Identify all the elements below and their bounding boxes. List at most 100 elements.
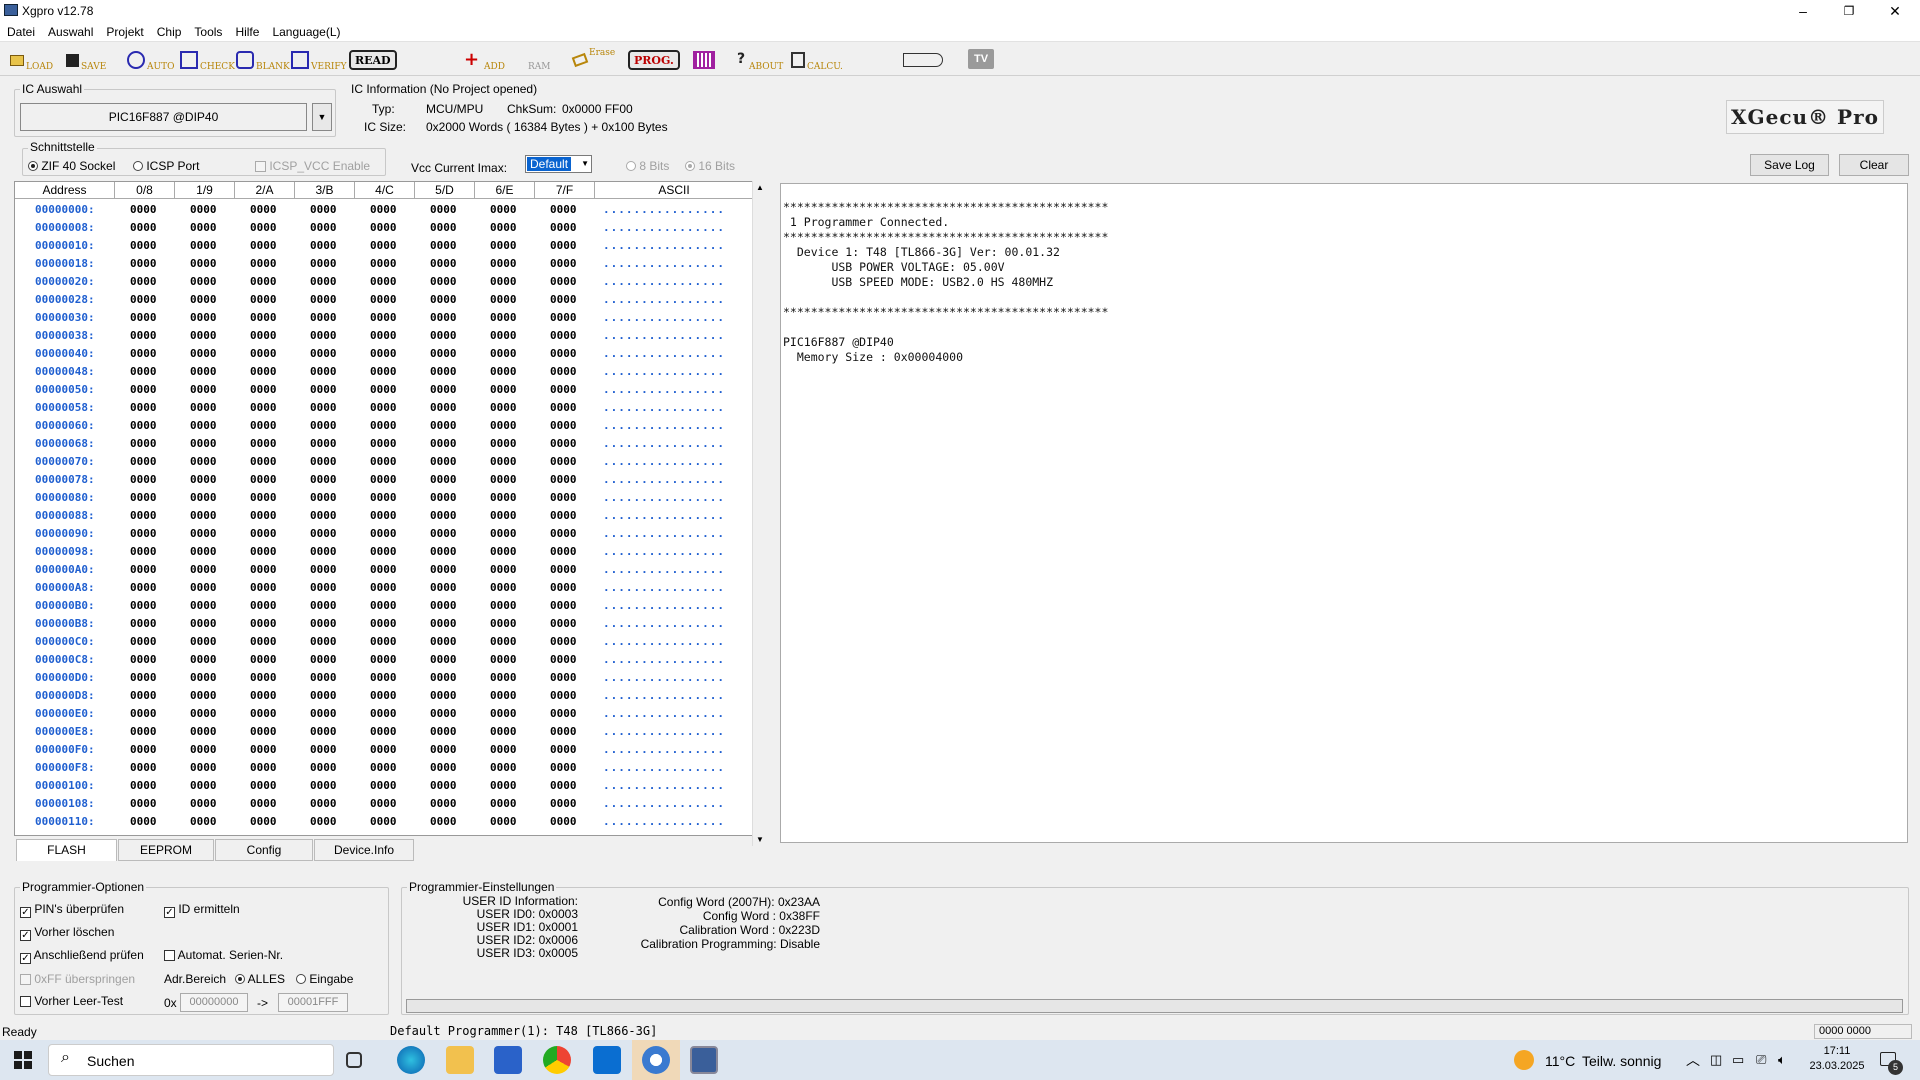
hex-cell[interactable]: 0000 (370, 797, 397, 810)
hex-cell[interactable]: 0000 (370, 455, 397, 468)
blank-test-checkbox[interactable]: Vorher Leer-Test (20, 994, 123, 1008)
hex-cell[interactable]: 0000 (250, 653, 277, 666)
hex-cell[interactable]: 0000 (550, 797, 577, 810)
table-row[interactable]: 00000010: 0000 0000 0000 0000 0000 0000 0000 000… (15, 237, 754, 255)
table-row[interactable]: 00000070: 0000 0000 0000 0000 0000 0000 0000 000… (15, 453, 754, 471)
hex-cell[interactable]: 0000 (250, 491, 277, 504)
table-row[interactable]: 000000F0: 0000 0000 0000 0000 0000 0000 0000 000… (15, 741, 754, 759)
menu-tools[interactable]: Tools (187, 22, 228, 39)
table-row[interactable]: 00000018: 0000 0000 0000 0000 0000 0000 0000 000… (15, 255, 754, 273)
8bits-radio[interactable]: 8 Bits (626, 159, 669, 173)
menu-auswahl[interactable]: Auswahl (41, 22, 99, 39)
serial-checkbox[interactable]: Automat. Serien-Nr. (164, 948, 283, 962)
hex-cell[interactable]: 0000 (550, 779, 577, 792)
hex-cell[interactable]: 0000 (250, 347, 277, 360)
hex-cell[interactable]: 0000 (490, 257, 517, 270)
hex-cell[interactable]: 0000 (130, 203, 157, 216)
hex-cell[interactable]: 0000 (130, 599, 157, 612)
windows-start-icon[interactable] (14, 1051, 32, 1069)
hex-cell[interactable]: 0000 (370, 419, 397, 432)
hex-cell[interactable]: 0000 (370, 437, 397, 450)
chip-button[interactable] (693, 48, 717, 72)
hex-cell[interactable]: 0000 (190, 329, 217, 342)
hex-cell[interactable]: 0000 (550, 599, 577, 612)
hex-cell[interactable]: 0000 (190, 221, 217, 234)
hex-cell[interactable]: 0000 (370, 761, 397, 774)
hex-cell[interactable]: 0000 (550, 473, 577, 486)
hex-cell[interactable]: 0000 (130, 653, 157, 666)
hex-cell[interactable]: 0000 (490, 311, 517, 324)
hex-cell[interactable]: 0000 (550, 653, 577, 666)
hex-cell[interactable]: 0000 (130, 509, 157, 522)
hex-cell[interactable]: 0000 (130, 311, 157, 324)
hex-cell[interactable]: 0000 (310, 293, 337, 306)
erase-button[interactable]: Erase (571, 48, 615, 72)
hex-cell[interactable]: 0000 (490, 725, 517, 738)
hex-cell[interactable]: 0000 (370, 671, 397, 684)
hex-cell[interactable]: 0000 (490, 239, 517, 252)
hex-cell[interactable]: 0000 (490, 329, 517, 342)
hex-cell[interactable]: 0000 (430, 815, 457, 828)
table-row[interactable]: 00000020: 0000 0000 0000 0000 0000 0000 0000 000… (15, 273, 754, 291)
hex-cell[interactable]: 0000 (130, 527, 157, 540)
hex-cell[interactable]: 0000 (430, 203, 457, 216)
hex-cell[interactable]: 0000 (370, 599, 397, 612)
close-button[interactable]: ✕ (1872, 0, 1918, 22)
menu-chip[interactable]: Chip (150, 22, 188, 39)
about-button[interactable]: ? ABOUT (737, 48, 783, 72)
hex-cell[interactable]: 0000 (130, 743, 157, 756)
calcu-button[interactable]: CALCU. (791, 48, 843, 72)
outlook-icon[interactable] (593, 1046, 621, 1074)
hex-cell[interactable]: 0000 (550, 293, 577, 306)
hex-cell[interactable]: 0000 (490, 203, 517, 216)
hex-cell[interactable]: 0000 (190, 599, 217, 612)
hex-cell[interactable]: 0000 (490, 563, 517, 576)
hex-cell[interactable]: 0000 (430, 689, 457, 702)
hex-cell[interactable]: 0000 (430, 761, 457, 774)
hex-cell[interactable]: 0000 (130, 455, 157, 468)
hex-cell[interactable]: 0000 (370, 275, 397, 288)
hex-cell[interactable]: 0000 (430, 455, 457, 468)
hex-cell[interactable]: 0000 (490, 743, 517, 756)
hex-cell[interactable]: 0000 (310, 617, 337, 630)
hex-cell[interactable]: 0000 (430, 545, 457, 558)
hex-cell[interactable]: 0000 (130, 635, 157, 648)
table-row[interactable]: 00000078: 0000 0000 0000 0000 0000 0000 0000 000… (15, 471, 754, 489)
hex-cell[interactable]: 0000 (130, 581, 157, 594)
hex-cell[interactable]: 0000 (490, 761, 517, 774)
tab-eeprom[interactable]: EEPROM (118, 839, 214, 861)
table-row[interactable]: 00000080: 0000 0000 0000 0000 0000 0000 0000 000… (15, 489, 754, 507)
hex-cell[interactable]: 0000 (370, 725, 397, 738)
hex-cell[interactable]: 0000 (130, 617, 157, 630)
hex-cell[interactable]: 0000 (430, 635, 457, 648)
hex-cell[interactable]: 0000 (190, 311, 217, 324)
hex-cell[interactable]: 0000 (130, 725, 157, 738)
weather-temp[interactable]: 11°C (1545, 1053, 1575, 1069)
16bits-radio[interactable]: 16 Bits (685, 159, 735, 173)
hex-cell[interactable]: 0000 (190, 347, 217, 360)
scroll-down-icon[interactable]: ▼ (753, 833, 767, 846)
hex-cell[interactable]: 0000 (430, 257, 457, 270)
hex-cell[interactable]: 0000 (250, 203, 277, 216)
hex-cell[interactable]: 0000 (490, 221, 517, 234)
hex-cell[interactable]: 0000 (190, 563, 217, 576)
prog-button[interactable]: PROG. (628, 50, 680, 70)
hex-cell[interactable]: 0000 (190, 779, 217, 792)
menu-language[interactable]: Language(L) (265, 22, 346, 39)
table-row[interactable]: 00000090: 0000 0000 0000 0000 0000 0000 0000 000… (15, 525, 754, 543)
hex-cell[interactable]: 0000 (130, 707, 157, 720)
grid-scrollbar[interactable]: ▲ ▼ (752, 181, 767, 846)
hex-cell[interactable]: 0000 (190, 491, 217, 504)
hex-cell[interactable]: 0000 (190, 437, 217, 450)
hex-cell[interactable]: 0000 (550, 581, 577, 594)
save-log-button[interactable]: Save Log (1750, 154, 1829, 176)
hex-cell[interactable]: 0000 (490, 473, 517, 486)
hex-cell[interactable]: 0000 (370, 347, 397, 360)
add-button[interactable]: + ADD (464, 48, 505, 73)
hex-cell[interactable]: 0000 (310, 815, 337, 828)
address-to-input[interactable]: 00001FFF (278, 993, 348, 1012)
hex-cell[interactable]: 0000 (370, 293, 397, 306)
hex-cell[interactable]: 0000 (130, 293, 157, 306)
hex-cell[interactable]: 0000 (370, 221, 397, 234)
chevron-up-icon[interactable]: ︿ (1686, 1050, 1700, 1070)
